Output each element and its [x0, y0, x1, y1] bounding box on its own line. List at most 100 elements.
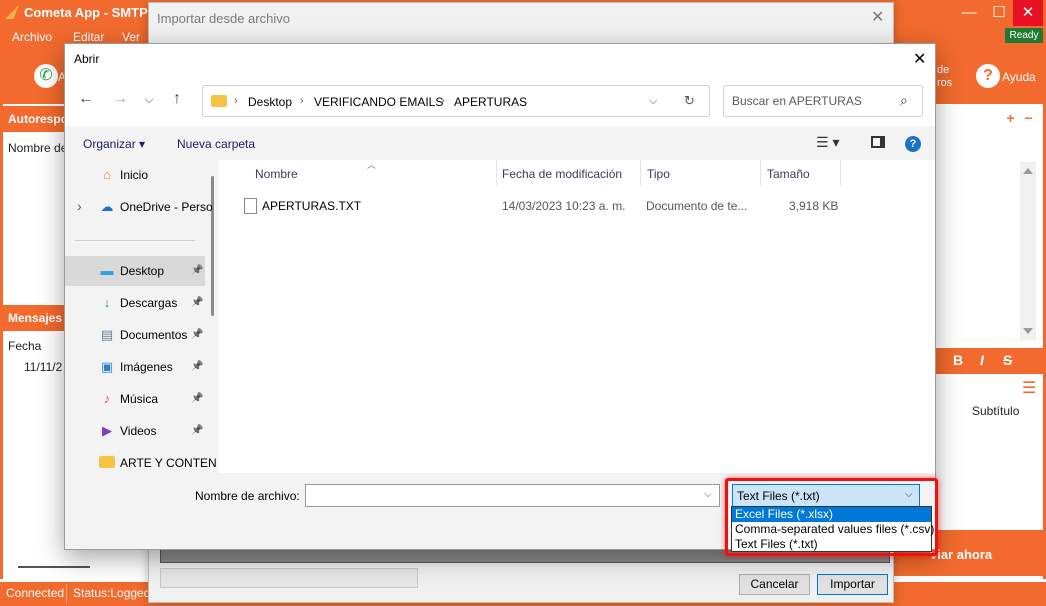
file-size: 3,918 KB — [789, 199, 839, 213]
filename-label: Nombre de archivo: — [195, 489, 300, 503]
nav-item-label: Inicio — [120, 168, 149, 182]
file-type: Documento de te... — [646, 199, 748, 213]
column-date[interactable]: Fecha de modificación — [502, 167, 622, 181]
preview-pane-icon[interactable] — [871, 136, 885, 148]
menu-ver[interactable]: Ver — [122, 30, 140, 44]
breadcrumb-desktop[interactable]: Desktop — [248, 95, 292, 109]
nav-item-onedrive[interactable]: › ☁ OneDrive - Perso — [65, 192, 213, 222]
format-toolbar: B I S — [936, 348, 1043, 374]
open-close-icon[interactable]: ✕ — [913, 49, 926, 69]
close-icon[interactable]: ✕ — [1013, 0, 1043, 26]
expand-chevron-icon[interactable]: › — [77, 198, 82, 214]
scroll-down-icon[interactable] — [1023, 328, 1033, 334]
desktop-icon: ▬ — [100, 263, 114, 278]
minimize-icon[interactable]: — — [954, 0, 984, 26]
import-button[interactable]: Importar — [817, 574, 888, 595]
chevron-down-icon[interactable]: ⌵ — [649, 95, 657, 108]
whatsapp-icon[interactable]: ✆ — [34, 64, 58, 88]
breadcrumb-aperturas[interactable]: APERTURAS — [454, 95, 527, 109]
view-options-icon[interactable]: ☰ ▾ — [816, 134, 839, 151]
column-divider[interactable] — [496, 160, 497, 186]
chevron-down-icon[interactable]: ⌵ — [704, 489, 712, 500]
column-divider[interactable] — [840, 160, 841, 186]
chevron-right-icon[interactable]: › — [300, 95, 304, 107]
cloud-icon: ☁ — [100, 199, 114, 214]
import-dialog-title: Importar desde archivo — [157, 11, 290, 26]
up-icon[interactable]: ↑ — [173, 90, 181, 108]
download-icon: ↓ — [103, 295, 111, 310]
toolbar-partial-label-2: de ros — [937, 64, 953, 89]
name-column-label: Nombre de — [8, 141, 68, 155]
column-divider[interactable] — [640, 160, 641, 186]
file-name: APERTURAS.TXT — [262, 199, 362, 213]
strike-button[interactable]: S — [1003, 352, 1012, 368]
menu-editar[interactable]: Editar — [73, 30, 104, 44]
help-icon[interactable]: ? — [905, 136, 921, 152]
help-label[interactable]: Ayuda — [1002, 70, 1036, 84]
image-icon: ▣ — [100, 359, 114, 374]
nav-item-descargas[interactable]: ↓ Descargas 📌 — [65, 288, 205, 318]
column-divider[interactable] — [760, 160, 761, 186]
nav-item-inicio[interactable]: ⌂ Inicio — [65, 160, 205, 190]
nav-item-label: ARTE Y CONTEN — [120, 456, 217, 470]
date-column-label: Fecha — [8, 339, 42, 353]
home-icon: ⌂ — [103, 167, 111, 182]
open-dialog-title: Abrir — [74, 52, 100, 66]
import-progress-bar — [160, 568, 418, 588]
nav-item-desktop[interactable]: ▬ Desktop 📌 — [65, 256, 205, 286]
music-icon: ♪ — [103, 391, 111, 406]
file-row[interactable]: APERTURAS.TXT 14/03/2023 10:23 a. m. Doc… — [239, 196, 839, 218]
video-icon: ▶ — [102, 423, 112, 438]
hamburger-menu-icon[interactable]: ☰ — [1022, 378, 1036, 398]
maximize-icon[interactable]: ☐ — [984, 0, 1014, 26]
file-date: 14/03/2023 10:23 a. m. — [502, 199, 626, 213]
right-scrollbar[interactable] — [1020, 162, 1036, 340]
status-login: Status:Loggedi — [73, 586, 154, 600]
navigation-row: ← → ⌵ ↑ › Desktop › VERIFICANDO EMAILS ›… — [65, 74, 935, 126]
left-border — [0, 104, 3, 579]
search-box[interactable]: ⌕ — [723, 85, 923, 117]
nav-item-label: Desktop — [120, 264, 165, 278]
italic-button[interactable]: I — [980, 352, 984, 368]
nav-scrollbar[interactable] — [211, 176, 214, 316]
address-bar[interactable]: › Desktop › VERIFICANDO EMAILS › APERTUR… — [202, 85, 710, 117]
filename-input[interactable]: ⌵ — [305, 484, 720, 507]
column-name[interactable]: Nombre — [255, 167, 298, 181]
breadcrumb-verificando[interactable]: VERIFICANDO EMAILS — [314, 95, 443, 109]
subtitle-column-label: Subtítulo — [972, 404, 1020, 418]
file-list: ︿ Nombre Fecha de modificación Tipo Tama… — [219, 160, 935, 473]
option-xlsx[interactable]: Excel Files (*.xlsx) — [732, 507, 931, 522]
bold-button[interactable]: B — [953, 352, 963, 368]
pin-icon: 📌 — [191, 329, 204, 340]
nav-item-imágenes[interactable]: ▣ Imágenes 📌 — [65, 352, 205, 382]
new-folder-button[interactable]: Nueva carpeta — [177, 137, 255, 151]
column-type[interactable]: Tipo — [647, 167, 670, 181]
help-circle-icon[interactable]: ? — [976, 64, 1000, 88]
plus-icon[interactable]: + — [1003, 111, 1018, 126]
column-size[interactable]: Tamaño — [767, 167, 810, 181]
chevron-right-icon[interactable]: › — [234, 95, 238, 107]
refresh-icon[interactable]: ↻ — [684, 93, 695, 109]
nav-item-label: Descargas — [120, 296, 178, 310]
forward-icon[interactable]: → — [112, 90, 128, 108]
scroll-up-icon[interactable] — [1023, 168, 1033, 174]
option-csv[interactable]: Comma-separated values files (*.csv) — [732, 522, 934, 537]
option-txt[interactable]: Text Files (*.txt) — [732, 537, 931, 552]
menu-archivo[interactable]: Archivo — [12, 30, 52, 44]
nav-item-videos[interactable]: ▶ Videos 📌 — [65, 416, 205, 446]
status-divider — [66, 584, 67, 604]
cancel-button[interactable]: Cancelar — [739, 574, 810, 595]
organize-button[interactable]: Organizar ▾ — [83, 137, 145, 151]
import-close-icon[interactable]: ✕ — [871, 7, 884, 27]
recent-locations-icon[interactable]: ⌵ — [145, 94, 153, 107]
nav-item-label: Documentos — [120, 328, 188, 342]
nav-item-arte[interactable]: ARTE Y CONTEN — [65, 448, 217, 473]
minus-icon[interactable]: − — [1021, 111, 1036, 126]
search-input[interactable] — [732, 94, 892, 108]
back-icon[interactable]: ← — [78, 90, 94, 108]
nav-item-documentos[interactable]: ▤ Documentos 📌 — [65, 320, 205, 350]
date-value: 11/11/2 — [24, 360, 63, 374]
chevron-right-icon[interactable]: › — [441, 95, 445, 107]
search-icon[interactable]: ⌕ — [900, 92, 908, 109]
nav-item-música[interactable]: ♪ Música 📌 — [65, 384, 205, 414]
